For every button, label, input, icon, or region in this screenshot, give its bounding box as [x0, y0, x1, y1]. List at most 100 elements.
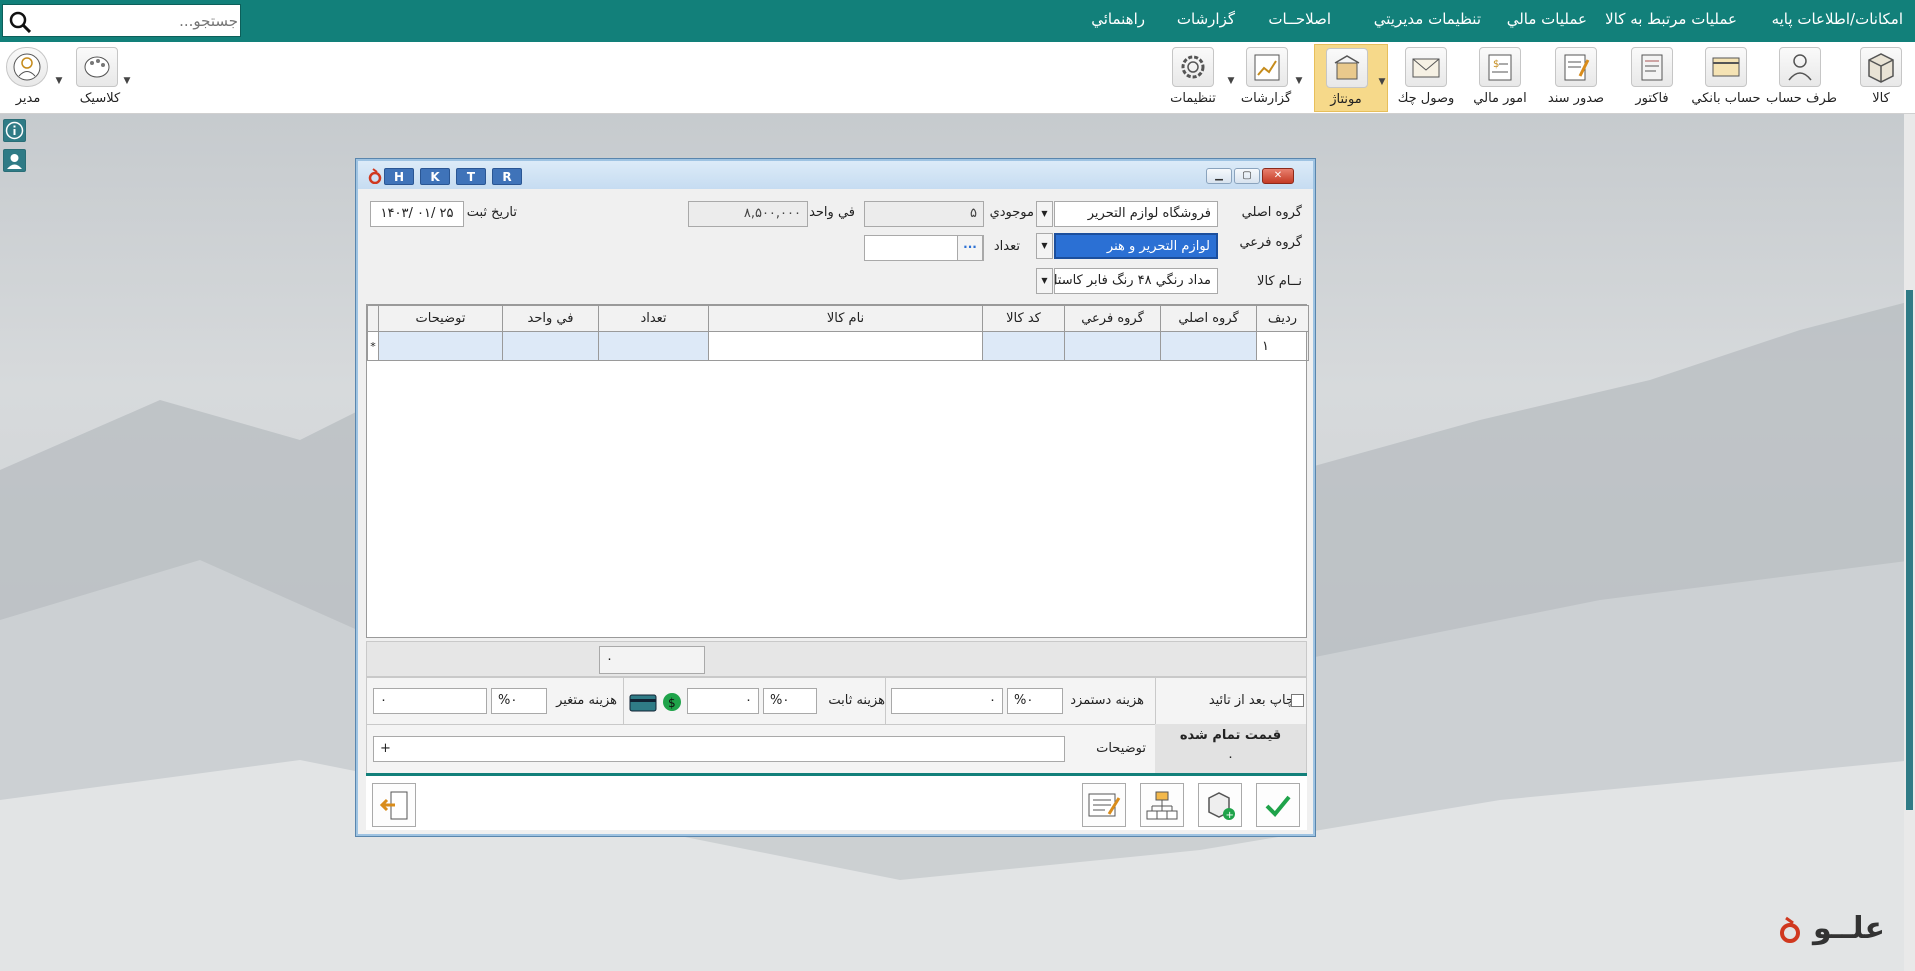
palette-icon — [76, 47, 118, 87]
variable-percent-value: ۰ — [510, 693, 518, 708]
hotkey-r-button[interactable]: R — [492, 168, 522, 185]
hotkey-h-button[interactable]: H — [384, 168, 414, 185]
toolbar-item-reports[interactable]: گزارشات ▼ — [1240, 44, 1304, 112]
add-package-button[interactable]: + — [1198, 783, 1242, 827]
toolbar-label: کالا — [1872, 91, 1890, 106]
toolbar-item-issue-document[interactable]: صدور سند — [1546, 44, 1606, 112]
table-cell[interactable]: ۱ — [1256, 331, 1309, 361]
chevron-down-icon[interactable]: ▼ — [1036, 201, 1053, 227]
toolbar-label: وصول چك — [1397, 91, 1455, 106]
toolbar-item-check-receipt[interactable]: وصول چك — [1394, 44, 1458, 112]
stock-field: ۵ — [864, 201, 984, 227]
variable-value-field[interactable]: ۰ — [373, 688, 487, 714]
table-cell[interactable] — [378, 331, 503, 361]
toolbar-item-account-party[interactable]: طرف حساب — [1766, 44, 1837, 112]
table-cell[interactable] — [502, 331, 599, 361]
chevron-down-icon[interactable]: ▼ — [1036, 268, 1053, 294]
search-input[interactable] — [33, 9, 238, 33]
cash-icon[interactable]: $ — [662, 692, 682, 712]
scrollbar-thumb[interactable] — [1906, 290, 1913, 810]
table-cell[interactable] — [598, 331, 709, 361]
menu-basic-info[interactable]: امکانات/اطلاعات پايه — [1772, 10, 1903, 28]
toolbar-item-bank-account[interactable]: حساب بانکي — [1690, 44, 1762, 112]
column-header[interactable]: گروه فرعي — [1064, 305, 1161, 332]
menu-reports[interactable]: گزارشات — [1177, 10, 1235, 28]
hotkey-t-button[interactable]: T — [456, 168, 486, 185]
checkmark-icon — [1265, 795, 1291, 817]
table-cell[interactable] — [1160, 331, 1257, 361]
chevron-down-icon[interactable]: ▼ — [1377, 77, 1387, 87]
toolbar-item-assembly[interactable]: مونتاژ ▼ — [1314, 44, 1388, 112]
fixed-value-field[interactable]: ۰ — [687, 688, 759, 714]
toolbar-item-invoice[interactable]: فاکتور — [1624, 44, 1680, 112]
column-header[interactable]: في واحد — [502, 305, 599, 332]
grid-summary-bar: ۰ — [366, 641, 1307, 677]
chevron-down-icon[interactable]: ▼ — [1294, 76, 1304, 86]
user-profile-icon[interactable] — [3, 149, 26, 172]
chevron-down-icon[interactable]: ▼ — [1036, 233, 1053, 259]
menu-corrections[interactable]: اصلاحــات — [1268, 10, 1331, 28]
wage-percent-field[interactable]: %۰ — [1007, 688, 1063, 714]
fixed-percent-field[interactable]: %۰ — [763, 688, 817, 714]
reg-date-field[interactable]: ۱۴۰۳/ ۰۱/ ۲۵ — [370, 201, 464, 227]
envelope-check-icon — [1405, 47, 1447, 87]
user-avatar-icon — [6, 47, 48, 87]
sub-group-field[interactable]: لوازم التحرير و هنر — [1054, 233, 1218, 259]
table-row[interactable]: ۱ * — [367, 331, 1309, 361]
column-header[interactable]: رديف — [1256, 305, 1309, 332]
stock-label: موجودي — [989, 205, 1034, 220]
column-header[interactable]: کد کالا — [982, 305, 1065, 332]
exit-button[interactable] — [372, 783, 416, 827]
exit-door-icon — [379, 791, 408, 820]
toolbar-item-classic-theme[interactable]: كلاسيک ▼ — [68, 44, 132, 112]
menu-financial-operations[interactable]: عمليات مالي — [1507, 10, 1587, 28]
final-price-label: قيمت تمام شده — [1179, 728, 1282, 743]
menu-help[interactable]: راهنمائي — [1091, 10, 1145, 28]
chevron-down-icon[interactable]: ▼ — [1226, 76, 1236, 86]
variable-cost-label: هزينه متغير — [556, 693, 617, 708]
chevron-down-icon[interactable]: ▼ — [122, 76, 132, 86]
item-name-field[interactable]: مداد رنگي ۴۸ رنگ فابر کاستل — [1054, 268, 1218, 294]
table-cell[interactable] — [982, 331, 1065, 361]
gear-icon — [1172, 47, 1214, 87]
svg-text:+: + — [1226, 810, 1234, 821]
toolbar-item-goods[interactable]: کالا — [1853, 44, 1909, 112]
svg-text:$: $ — [1493, 59, 1499, 70]
column-header[interactable]: توضيحات — [378, 305, 503, 332]
print-after-confirm-checkbox[interactable] — [1291, 694, 1304, 707]
column-header[interactable]: نام کالا — [708, 305, 983, 332]
variable-percent-field[interactable]: %۰ — [491, 688, 547, 714]
table-cell[interactable] — [1064, 331, 1161, 361]
info-icon[interactable] — [3, 119, 26, 142]
more-options-icon[interactable]: ··· — [957, 235, 983, 261]
action-bar: + — [366, 773, 1307, 830]
description-field[interactable]: + — [373, 736, 1065, 762]
table-cell[interactable] — [708, 331, 983, 361]
bank-card-icon — [1705, 47, 1747, 87]
hotkey-k-button[interactable]: K — [420, 168, 450, 185]
toolbar-item-financial-affairs[interactable]: $ امور مالي — [1470, 44, 1530, 112]
menu-item-operations[interactable]: عمليات مرتبط به کالا — [1605, 10, 1737, 28]
wage-value-field[interactable]: ۰ — [891, 688, 1003, 714]
menu-admin-settings[interactable]: تنظيمات مديريتي — [1374, 10, 1481, 28]
main-group-field[interactable]: فروشگاه لوازم التحرير — [1054, 201, 1218, 227]
toolbar-item-manager[interactable]: مدير ▼ — [2, 44, 62, 112]
chevron-down-icon[interactable]: ▼ — [54, 76, 64, 86]
minimize-button[interactable]: ▁ — [1206, 168, 1232, 184]
search-icon[interactable] — [9, 11, 31, 33]
maximize-button[interactable]: ▢ — [1234, 168, 1260, 184]
edit-list-button[interactable] — [1082, 783, 1126, 827]
toolbar-label: فاکتور — [1635, 91, 1669, 106]
confirm-button[interactable] — [1256, 783, 1300, 827]
toolbar-item-settings[interactable]: تنظيمات ▼ — [1166, 44, 1234, 112]
close-button[interactable]: ✕ — [1262, 168, 1294, 184]
scrollbar[interactable] — [1904, 114, 1915, 971]
column-header[interactable]: گروه اصلي — [1160, 305, 1257, 332]
percent-sign: % — [498, 693, 511, 708]
brand-text: علــو — [1812, 911, 1885, 946]
dialog-titlebar: H K T R ▁ ▢ ✕ — [358, 161, 1313, 189]
column-header[interactable]: تعداد — [598, 305, 709, 332]
assembly-dialog: H K T R ▁ ▢ ✕ گروه اصلي فروشگاه لوازم ال… — [356, 159, 1315, 836]
card-icon[interactable] — [629, 694, 657, 712]
hierarchy-button[interactable] — [1140, 783, 1184, 827]
